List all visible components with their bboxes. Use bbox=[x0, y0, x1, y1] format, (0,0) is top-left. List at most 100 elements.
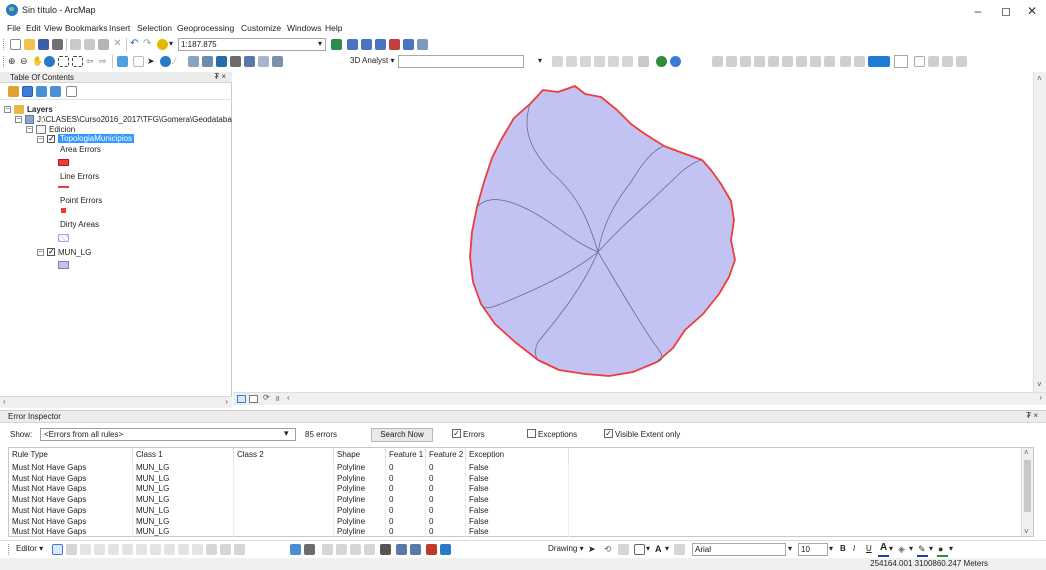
list-by-visibility-icon[interactable] bbox=[36, 86, 47, 97]
3d-analyst-layer-select[interactable] bbox=[398, 55, 524, 68]
topology-rules-icon[interactable] bbox=[426, 544, 437, 555]
layers-label[interactable]: Layers bbox=[27, 105, 53, 114]
rotate-icon[interactable] bbox=[192, 544, 203, 555]
layout-view-icon[interactable] bbox=[249, 395, 258, 403]
dataset-label[interactable]: Edicion bbox=[49, 125, 75, 134]
save-icon[interactable] bbox=[38, 39, 49, 50]
toc-options-icon[interactable] bbox=[66, 86, 77, 97]
topology-select-icon[interactable] bbox=[290, 544, 301, 555]
show-shared-features-icon[interactable] bbox=[440, 544, 451, 555]
search-window-icon[interactable] bbox=[375, 39, 386, 50]
search-now-button[interactable]: Search Now bbox=[371, 428, 433, 442]
html-popup-icon[interactable] bbox=[188, 56, 199, 67]
toc-pin-close-icon[interactable]: ₮ × bbox=[214, 72, 226, 81]
interpolate-line-icon[interactable] bbox=[608, 56, 619, 67]
table-row[interactable]: Must Not Have Gaps MUN_LG Polyline 0 0 False bbox=[9, 494, 1021, 506]
toolbar-grip[interactable] bbox=[3, 39, 6, 50]
map-canvas[interactable] bbox=[233, 72, 1033, 392]
effects-icon-1[interactable] bbox=[840, 56, 851, 67]
column-header-feature-2[interactable]: Feature 2 bbox=[426, 448, 466, 462]
show-rules-dropdown-arrow[interactable]: ▾ bbox=[284, 428, 289, 439]
steepest-path-icon[interactable] bbox=[566, 56, 577, 67]
profile-graph-icon[interactable] bbox=[638, 56, 649, 67]
open-folder-icon[interactable] bbox=[24, 39, 35, 50]
topology-tool-4-icon[interactable] bbox=[364, 544, 375, 555]
measure-icon[interactable] bbox=[202, 56, 213, 67]
column-header-class-2[interactable]: Class 2 bbox=[234, 448, 334, 462]
time-slider-icon[interactable] bbox=[258, 56, 269, 67]
map-scale-input[interactable]: 1:187.875 bbox=[178, 38, 326, 51]
clear-selection-icon[interactable] bbox=[133, 56, 144, 67]
delete-icon[interactable]: ✕ bbox=[112, 39, 123, 50]
column-header-feature-1[interactable]: Feature 1 bbox=[386, 448, 426, 462]
edit-annotation-icon[interactable] bbox=[66, 544, 77, 555]
toolbar-grip[interactable] bbox=[3, 56, 6, 67]
arcglobe-icon[interactable] bbox=[670, 56, 681, 67]
column-header-class-1[interactable]: Class 1 bbox=[133, 448, 234, 462]
new-document-icon[interactable] bbox=[10, 39, 21, 50]
menu-file[interactable]: File bbox=[7, 23, 21, 33]
scroll-right-arrow-icon[interactable]: › bbox=[225, 397, 228, 406]
menu-customize[interactable]: Customize bbox=[241, 23, 281, 33]
text-dropdown-arrow[interactable]: ▾ bbox=[665, 544, 669, 553]
map-vertical-scrollbar[interactable]: ˄ ˅ bbox=[1033, 72, 1046, 392]
find-route-icon[interactable] bbox=[230, 56, 241, 67]
fill-color-icon[interactable]: ◈ bbox=[898, 544, 905, 555]
layout-icon-1[interactable] bbox=[914, 56, 925, 67]
rectangle-dropdown-arrow[interactable]: ▾ bbox=[646, 544, 650, 553]
create-viewer-icon[interactable] bbox=[272, 56, 283, 67]
table-row[interactable]: Must Not Have Gaps MUN_LG Polyline 0 0 False bbox=[9, 515, 1021, 527]
line-color-icon[interactable]: ✎ bbox=[918, 544, 926, 555]
print-icon[interactable] bbox=[52, 39, 63, 50]
map-scroll-left-arrow-icon[interactable]: ‹ bbox=[287, 393, 290, 402]
georef-icon-1[interactable] bbox=[712, 56, 723, 67]
menu-insert[interactable]: Insert bbox=[109, 23, 130, 33]
copy-icon[interactable] bbox=[84, 39, 95, 50]
refresh-view-icon[interactable]: ⟳ bbox=[263, 393, 270, 402]
attributes-icon[interactable] bbox=[206, 544, 217, 555]
editor-toolbar-icon[interactable] bbox=[331, 39, 342, 50]
interpolate-point-icon[interactable] bbox=[594, 56, 605, 67]
menu-windows[interactable]: Windows bbox=[287, 23, 321, 33]
find-icon[interactable] bbox=[216, 56, 227, 67]
layout-icon-3[interactable] bbox=[942, 56, 953, 67]
georef-icon-3[interactable] bbox=[740, 56, 751, 67]
create-features-icon[interactable] bbox=[234, 544, 245, 555]
identify-icon[interactable] bbox=[160, 56, 171, 67]
column-header-shape[interactable]: Shape bbox=[334, 448, 386, 462]
font-name-dropdown-arrow[interactable]: ▾ bbox=[788, 544, 792, 553]
scroll-down-arrow-icon[interactable]: ˅ bbox=[1037, 380, 1042, 389]
table-row[interactable]: Must Not Have Gaps MUN_LG Polyline 0 0 False bbox=[9, 504, 1021, 516]
error-inspector-icon[interactable] bbox=[410, 544, 421, 555]
topology-tool-1-icon[interactable] bbox=[322, 544, 333, 555]
workspace-expander[interactable]: − bbox=[15, 116, 22, 123]
menu-selection[interactable]: Selection bbox=[137, 23, 172, 33]
table-scroll-up-arrow-icon[interactable]: ˄ bbox=[1024, 448, 1029, 457]
menu-edit[interactable]: Edit bbox=[26, 23, 41, 33]
italic-button[interactable]: I bbox=[853, 544, 855, 553]
contour-icon[interactable] bbox=[552, 56, 563, 67]
zoom-out-icon[interactable]: ⊖ bbox=[20, 56, 31, 67]
fixed-zoom-in-icon[interactable] bbox=[58, 56, 69, 67]
fix-topology-error-icon[interactable] bbox=[396, 544, 407, 555]
line-of-sight-icon[interactable] bbox=[580, 56, 591, 67]
select-features-icon[interactable] bbox=[117, 56, 128, 67]
cut-icon[interactable] bbox=[70, 39, 81, 50]
topology-expander[interactable]: − bbox=[37, 136, 44, 143]
arcscene-icon[interactable] bbox=[656, 56, 667, 67]
go-to-xy-icon[interactable] bbox=[244, 56, 255, 67]
layer-dropdown[interactable] bbox=[894, 55, 908, 68]
show-rules-select[interactable]: <Errors from all rules> bbox=[40, 428, 296, 441]
mun-lg-layer-label[interactable]: MUN_LG bbox=[58, 248, 91, 257]
zoom-in-icon[interactable]: ⊕ bbox=[8, 56, 19, 67]
georef-icon-5[interactable] bbox=[768, 56, 779, 67]
rotate-element-icon[interactable]: ⟲ bbox=[604, 544, 615, 555]
topology-layer-label[interactable]: TopologiaMunicipios bbox=[58, 134, 135, 143]
georef-icon-7[interactable] bbox=[796, 56, 807, 67]
add-data-icon[interactable] bbox=[157, 39, 168, 50]
scale-dropdown-arrow[interactable]: ▾ bbox=[318, 39, 322, 48]
map-display[interactable] bbox=[233, 72, 1046, 392]
fill-color-dropdown-arrow[interactable]: ▾ bbox=[909, 544, 913, 553]
layout-icon-2[interactable] bbox=[928, 56, 939, 67]
full-extent-icon[interactable] bbox=[44, 56, 55, 67]
